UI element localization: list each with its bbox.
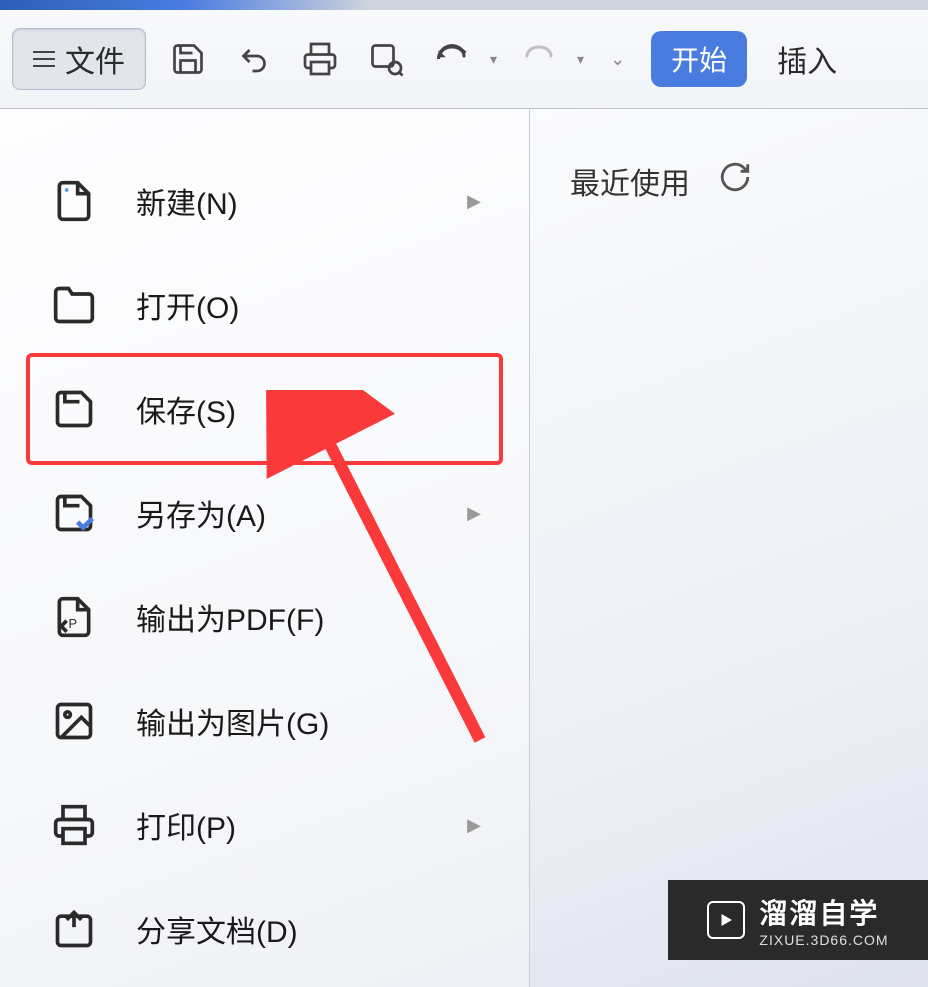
share-icon [50,905,98,953]
menu-item-share[interactable]: 分享文档(D) [30,877,499,981]
image-icon [50,697,98,745]
save-toolbar-icon[interactable] [164,35,212,83]
menu-label: 新建(N) [136,179,238,223]
chevron-right-icon: ▶ [467,503,481,524]
new-doc-icon [50,177,98,225]
menu-item-open[interactable]: 打开(O) [30,253,499,357]
menu-item-print[interactable]: 打印(P) ▶ [30,773,499,877]
menu-label: 分享文档(D) [136,907,298,951]
redo-icon[interactable] [515,35,563,83]
chevron-right-icon: ▶ [467,191,481,212]
undo-icon[interactable] [428,35,476,83]
recent-label: 最近使用 [570,159,690,203]
pdf-icon: P [50,593,98,641]
undo-arrow-icon[interactable] [230,35,278,83]
watermark-play-icon [707,901,745,939]
folder-icon [50,281,98,329]
menu-label: 输出为图片(G) [136,699,329,743]
file-menu-button[interactable]: 文件 [12,28,146,90]
menu-item-new[interactable]: 新建(N) ▶ [30,149,499,253]
more-dropdown-icon[interactable]: ⌄ [610,49,625,70]
save-icon [50,385,98,433]
menu-item-save[interactable]: 保存(S) [26,353,503,465]
undo-dropdown-icon[interactable]: ▾ [490,51,497,68]
svg-text:P: P [69,616,78,631]
menu-item-export-image[interactable]: 输出为图片(G) [30,669,499,773]
start-tab-button[interactable]: 开始 [651,31,747,87]
watermark-subtitle: ZIXUE.3D66.COM [759,932,888,948]
redo-dropdown-icon[interactable]: ▾ [577,51,584,68]
title-bar-strip [0,0,928,10]
insert-tab[interactable]: 插入 [777,37,837,81]
watermark-title: 溜溜自学 [759,892,888,932]
preview-toolbar-icon[interactable] [362,35,410,83]
recent-header: 最近使用 [570,159,888,203]
menu-label: 保存(S) [136,387,236,431]
menu-item-save-as[interactable]: 另存为(A) ▶ [30,461,499,565]
file-menu-panel: 新建(N) ▶ 打开(O) 保存(S) [0,109,530,987]
menu-label: 打开(O) [136,283,239,327]
watermark: 溜溜自学 ZIXUE.3D66.COM [668,880,928,960]
menu-label: 打印(P) [136,803,236,847]
print-toolbar-icon[interactable] [296,35,344,83]
main-area: 新建(N) ▶ 打开(O) 保存(S) [0,109,928,987]
menu-label: 另存为(A) [136,491,266,535]
print-icon [50,801,98,849]
hamburger-icon [33,51,55,67]
refresh-icon[interactable] [718,160,752,202]
menu-item-export-pdf[interactable]: P 输出为PDF(F) [30,565,499,669]
file-button-label: 文件 [65,37,125,81]
menu-label: 输出为PDF(F) [136,595,324,639]
save-as-icon [50,489,98,537]
chevron-right-icon: ▶ [467,815,481,836]
toolbar: 文件 ▾ [0,10,928,109]
recent-panel: 最近使用 [530,109,928,987]
